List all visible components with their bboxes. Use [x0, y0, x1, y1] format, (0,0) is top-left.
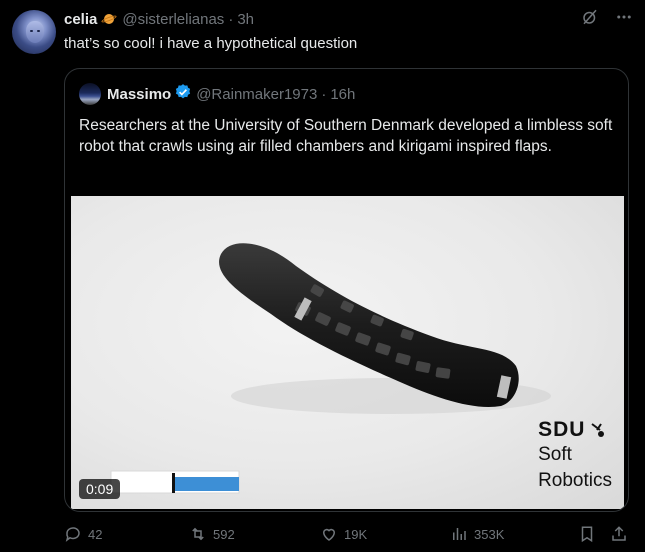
avatar[interactable] — [12, 10, 56, 54]
like-icon — [322, 528, 336, 541]
more-icon[interactable] — [615, 8, 633, 26]
separator: · — [321, 85, 327, 103]
share-icon — [612, 526, 626, 541]
avatar-eye — [37, 30, 40, 32]
sdu-brand: SDU — [538, 418, 586, 441]
repost-icon — [192, 527, 204, 541]
reply-text: that’s so cool! i have a hypothetical qu… — [64, 35, 358, 52]
reply-header: celia @sisterlelianas · 3h — [64, 9, 575, 29]
sdu-logo-icon — [591, 423, 605, 437]
repost-count: 592 — [213, 526, 235, 542]
sdu-watermark: SDU Soft Robotics — [538, 418, 612, 494]
quoted-avatar[interactable] — [79, 83, 101, 105]
bookmark-icon — [581, 526, 593, 543]
quoted-text: Researchers at the University of Souther… — [79, 117, 613, 155]
sdu-line-2: Robotics — [538, 470, 612, 491]
video-duration: 0:09 — [79, 479, 121, 499]
like-count: 19K — [344, 526, 368, 542]
avatar-eye — [30, 30, 33, 32]
quoted-author-handle[interactable]: @Rainmaker1973 — [196, 86, 317, 103]
bookmark-button[interactable] — [578, 525, 596, 543]
progress-knob[interactable] — [172, 473, 175, 493]
views-button[interactable]: 353K — [450, 525, 504, 543]
video-player[interactable]: 0:09 SDU Soft Robotics — [71, 196, 624, 509]
views-count: 353K — [474, 526, 505, 542]
repost-button[interactable]: 592 — [189, 525, 235, 543]
avatar-face — [26, 21, 44, 43]
video-progress-bar[interactable] — [109, 467, 241, 497]
reply-button[interactable]: 42 — [64, 525, 102, 543]
author-name[interactable]: celia — [64, 11, 97, 28]
quoted-tweet[interactable]: Massimo @Rainmaker1973 · 16h Researchers… — [64, 68, 629, 512]
quoted-author-name[interactable]: Massimo — [107, 86, 171, 103]
planet-emoji-icon — [101, 11, 118, 27]
timestamp[interactable]: 3h — [237, 11, 254, 28]
progress-fill — [175, 477, 239, 491]
reply-count: 42 — [88, 526, 103, 542]
views-icon — [453, 528, 466, 540]
like-button[interactable]: 19K — [320, 525, 367, 543]
action-bar: 42 592 19K 353K — [64, 525, 634, 547]
sdu-line-1: Soft — [538, 444, 572, 465]
reply-icon — [65, 527, 80, 542]
quoted-timestamp[interactable]: 16h — [330, 86, 355, 103]
separator: · — [228, 10, 234, 28]
grok-icon[interactable] — [581, 8, 599, 26]
tweet-top-icons — [581, 8, 633, 26]
share-button[interactable] — [610, 525, 628, 543]
verified-badge-icon — [174, 83, 192, 105]
quoted-header: Massimo @Rainmaker1973 · 16h — [79, 83, 355, 105]
author-handle[interactable]: @sisterlelianas — [122, 11, 224, 28]
